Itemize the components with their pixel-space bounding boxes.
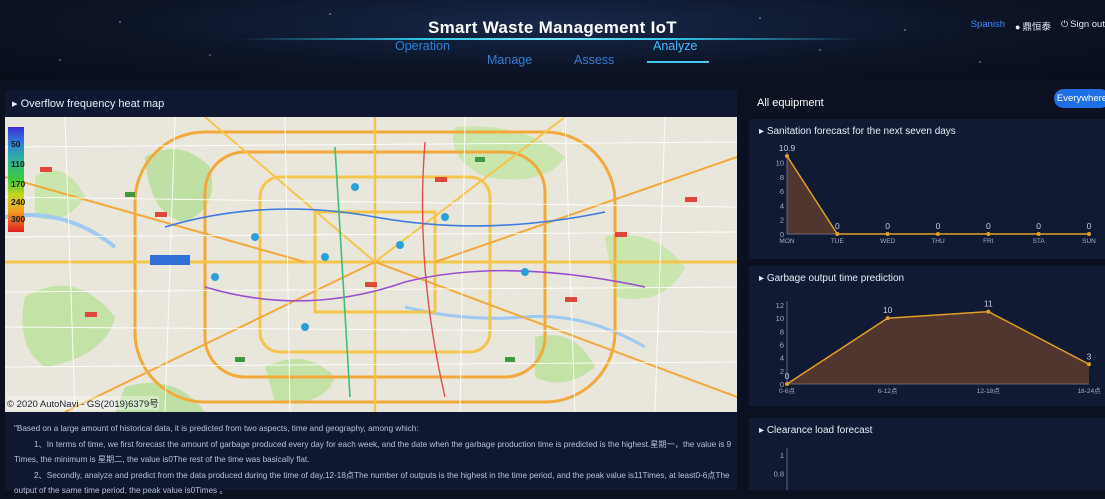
y-tick-label: 4 <box>780 354 784 363</box>
city-map[interactable]: 50 110 170 240 300 © 2020 AutoNavi - GS(… <box>5 117 737 412</box>
x-tick-label: 0-6点 <box>779 387 795 395</box>
analysis-intro: "Based on a large amount of historical d… <box>14 424 419 433</box>
sanitation-forecast-card: ▸ Sanitation forecast for the next seven… <box>749 119 1105 259</box>
x-tick-label: TUE <box>831 238 845 245</box>
data-point <box>785 382 789 386</box>
x-tick-label: STA <box>1033 238 1046 245</box>
data-label: 3 <box>1087 351 1092 361</box>
map-canvas <box>5 117 737 412</box>
y-tick-label: 4 <box>780 201 784 210</box>
garbage-output-chart: 0246810120-6点 6-12点 12-18点 18-24点010113 <box>776 299 1101 395</box>
series-area <box>787 311 1089 384</box>
x-tick-label: 18-24点 <box>1077 387 1101 395</box>
legend-label-240: 240 <box>11 197 26 207</box>
x-tick-label: 12-18点 <box>977 387 1001 395</box>
data-label: 0 <box>835 221 840 231</box>
data-point <box>986 232 991 236</box>
data-label: 0 <box>936 221 941 231</box>
legend-label-300: 300 <box>11 214 26 224</box>
y-tick-label: 6 <box>780 187 784 196</box>
sanitation-forecast-chart: 0246810MON TUE WED THU FRI STA SUN10.90 0 0 0 0 0 <box>776 143 1097 245</box>
heatmap-title: ▸ Overflow frequency heat map <box>12 98 165 110</box>
data-label: 11 <box>984 299 993 309</box>
header: Smart Waste Management IoT Operation Man… <box>0 0 1105 80</box>
sign-out-label: Sign out <box>1070 19 1105 30</box>
data-label: 10.9 <box>779 143 796 153</box>
map-copyright: © 2020 AutoNavi - GS(2019)6379号 <box>7 396 159 410</box>
y-tick-label: 12 <box>776 301 784 310</box>
legend-label-50: 50 <box>11 139 21 149</box>
all-equipment-label: All equipment <box>757 97 824 109</box>
data-label: 0 <box>1087 221 1092 231</box>
data-point <box>1036 232 1041 236</box>
heatmap-panel: ▸ Overflow frequency heat map 50 110 170… <box>5 90 737 495</box>
nav-operation[interactable]: Operation <box>395 39 450 53</box>
data-point <box>835 232 840 236</box>
garbage-output-card: ▸ Garbage output time prediction 0 2 4 6 8 10… <box>749 266 1105 406</box>
power-icon: ⏻ <box>1061 19 1069 29</box>
nav-manage[interactable]: Manage <box>487 53 532 67</box>
header-background <box>59 13 981 63</box>
user-icon: ● <box>1015 22 1021 32</box>
data-point <box>936 232 940 236</box>
user-menu[interactable]: ● 鼎恒泰 <box>1015 19 1051 33</box>
legend-label-110: 110 <box>11 159 25 169</box>
x-tick-label: 6-12点 <box>878 387 898 395</box>
data-point <box>885 316 890 321</box>
data-point <box>885 232 890 236</box>
heatmap-title-text: Overflow frequency heat map <box>20 98 165 110</box>
y-tick-label: 10 <box>776 158 784 167</box>
x-tick-label: THU <box>931 238 945 245</box>
nav-assess[interactable]: Assess <box>574 53 614 67</box>
x-tick-label: WED <box>880 238 895 245</box>
nav-analyze[interactable]: Analyze <box>653 39 697 53</box>
data-point <box>1087 362 1091 367</box>
y-tick-label: 6 <box>780 341 784 350</box>
data-label: 0 <box>1036 221 1041 231</box>
y-tick-label: 10 <box>776 314 784 323</box>
app-title: Smart Waste Management IoT <box>428 18 677 37</box>
analysis-point-1: 1、In terms of time, we first forecast th… <box>14 439 732 465</box>
analysis-text: "Based on a large amount of historical d… <box>14 421 732 499</box>
sign-out-button[interactable]: ⏻ Sign out <box>1061 19 1105 33</box>
data-label: 0 <box>785 371 790 381</box>
data-point <box>986 309 991 314</box>
x-tick-label: MON <box>779 238 794 245</box>
data-label: 0 <box>986 221 991 231</box>
y-tick-label: 8 <box>780 173 784 182</box>
data-label: 10 <box>883 305 893 315</box>
clearance-load-card: ▸ Clearance load forecast 10.80.6 <box>749 418 1105 490</box>
legend-label-170: 170 <box>11 179 26 189</box>
x-tick-label: SUN <box>1082 238 1096 245</box>
region-filter-button[interactable]: Everywhere <box>1054 89 1105 108</box>
y-tick-label: 0.8 <box>774 470 784 479</box>
title-glow-line <box>240 38 860 40</box>
clearance-load-chart: 10.80.6 <box>774 448 788 490</box>
y-tick-label: 2 <box>780 367 784 376</box>
header-actions: Spanish ● 鼎恒泰 ⏻ Sign out <box>971 19 1105 33</box>
x-tick-label: FRI <box>983 238 994 245</box>
y-tick-label: 2 <box>780 216 784 225</box>
y-tick-label: 8 <box>780 327 784 336</box>
language-switch[interactable]: Spanish <box>971 19 1005 33</box>
data-point <box>785 154 789 158</box>
data-point <box>1087 232 1091 236</box>
analysis-point-2: 2、Secondly, analyze and predict from the… <box>14 470 730 496</box>
nav-active-indicator <box>647 61 709 63</box>
data-label: 0 <box>885 221 890 231</box>
y-tick-label: 1 <box>780 451 784 460</box>
user-name: 鼎恒泰 <box>1022 22 1051 33</box>
